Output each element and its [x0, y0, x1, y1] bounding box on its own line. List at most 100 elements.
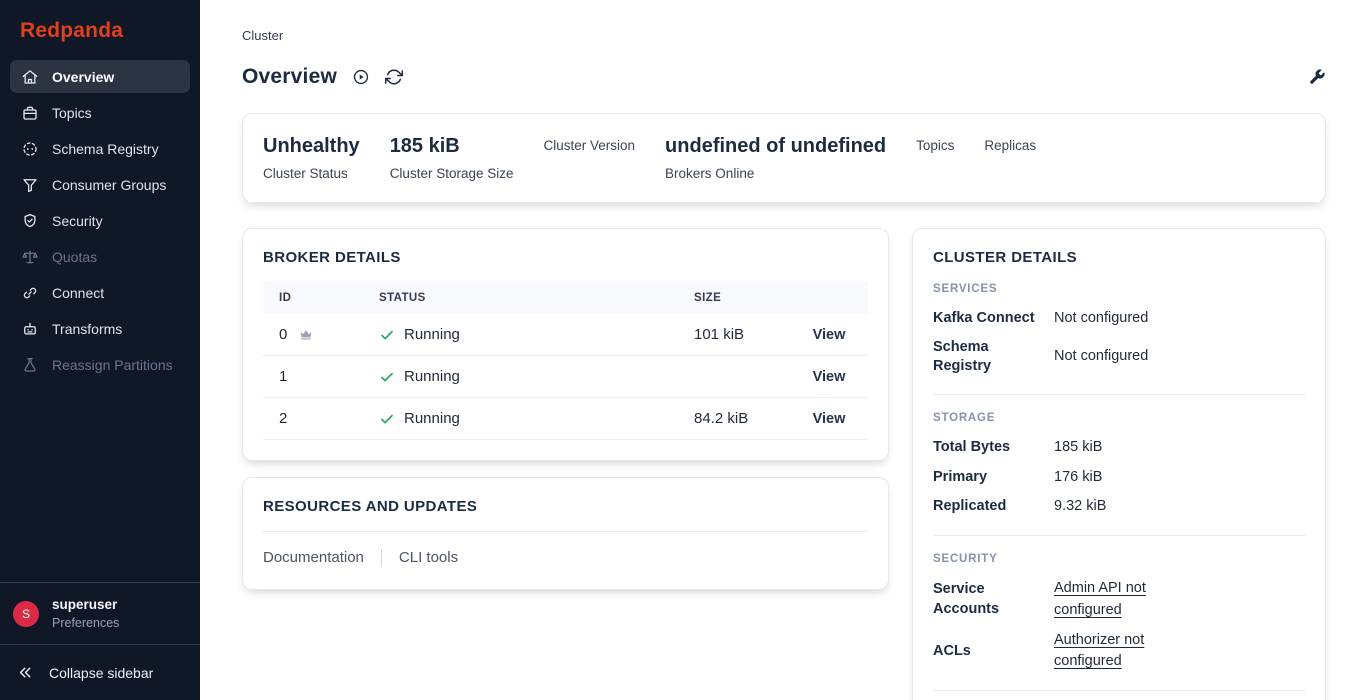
- detail-grid-security: Service AccountsAdmin API not configured…: [933, 578, 1305, 673]
- reassign-partitions-icon: [21, 356, 39, 374]
- sidebar-item-label: Overview: [52, 69, 114, 85]
- broker-id-cell: 0: [263, 314, 363, 356]
- sidebar-item-label: Topics: [52, 105, 92, 121]
- resource-links: Documentation CLI tools: [263, 549, 868, 569]
- section-heading-storage: STORAGE: [933, 412, 1305, 424]
- resources-title: RESOURCES AND UPDATES: [263, 498, 868, 515]
- stat-label: Cluster Storage Size: [390, 164, 514, 184]
- check-icon: [379, 327, 395, 343]
- broker-details-card: BROKER DETAILS IDSTATUSSIZE 0Running101 …: [242, 228, 889, 461]
- play-circle-icon[interactable]: [352, 68, 370, 86]
- sidebar-item-topics[interactable]: Topics: [10, 96, 190, 129]
- detail-grid-storage: Total Bytes185 kiBPrimary176 kiBReplicat…: [933, 437, 1305, 518]
- sidebar-item-label: Transforms: [52, 321, 122, 337]
- main-content: Cluster Overview Unhealthy Cluster Statu…: [200, 0, 1366, 700]
- broker-action-cell: View: [790, 398, 868, 440]
- sidebar-nav: Overview Topics Schema Registry Consumer…: [0, 59, 200, 582]
- broker-status: Running: [404, 326, 460, 343]
- resources-card: RESOURCES AND UPDATES Documentation CLI t…: [242, 477, 889, 590]
- broker-size-cell: 84.2 kiB: [678, 398, 790, 440]
- detail-value-schema-registry: Not configured: [1054, 346, 1305, 368]
- detail-value-kafka-connect: Not configured: [1054, 308, 1305, 330]
- detail-value-total-bytes: 185 kiB: [1054, 437, 1305, 459]
- user-name: superuser: [52, 596, 119, 613]
- sidebar-item-label: Reassign Partitions: [52, 357, 173, 373]
- sidebar-item-security[interactable]: Security: [10, 204, 190, 237]
- user-text: superuser Preferences: [52, 596, 119, 631]
- detail-value-primary: 176 kiB: [1054, 467, 1305, 489]
- stat-replicas: Replicas: [984, 132, 1036, 156]
- column-header-size: SIZE: [678, 282, 790, 314]
- view-broker-link[interactable]: View: [813, 411, 846, 427]
- sidebar-item-transforms[interactable]: Transforms: [10, 312, 190, 345]
- detail-label-kafka-connect: Kafka Connect: [933, 309, 1054, 329]
- broker-status: Running: [404, 368, 460, 385]
- stat-value: undefined of undefined: [665, 132, 886, 160]
- detail-value-service-accounts: Admin API not configured: [1054, 578, 1305, 622]
- broker-status-cell: Running: [363, 314, 678, 356]
- stat-brokers-online: undefined of undefined Brokers Online: [665, 132, 886, 184]
- broker-row: 0Running101 kiBView: [263, 314, 868, 356]
- broker-details-title: BROKER DETAILS: [263, 249, 868, 266]
- cluster-details-card: CLUSTER DETAILS SERVICESKafka ConnectNot…: [912, 228, 1326, 700]
- sidebar-item-overview[interactable]: Overview: [10, 60, 190, 93]
- broker-status: Running: [404, 410, 460, 427]
- divider: [933, 690, 1305, 691]
- sidebar-item-quotas[interactable]: Quotas: [10, 240, 190, 273]
- refresh-icon[interactable]: [385, 68, 403, 86]
- stat-value: Unhealthy: [263, 132, 360, 160]
- page-title: Overview: [242, 65, 337, 89]
- detail-value-replicated: 9.32 kiB: [1054, 496, 1305, 518]
- broker-status-cell: Running: [363, 398, 678, 440]
- detail-value-acls: Authorizer not configured: [1054, 630, 1305, 674]
- broker-table: IDSTATUSSIZE 0Running101 kiBView1Running…: [263, 282, 868, 440]
- stat-label: Topics: [916, 136, 954, 156]
- stat-label: Brokers Online: [665, 164, 886, 184]
- wrench-icon[interactable]: [1308, 68, 1326, 86]
- collapse-sidebar-label: Collapse sidebar: [49, 665, 153, 681]
- home-icon: [21, 68, 39, 86]
- column-header-action: [790, 282, 868, 314]
- cluster-details-title: CLUSTER DETAILS: [933, 249, 1305, 266]
- stat-cluster-version: Cluster Version: [544, 132, 636, 156]
- view-broker-link[interactable]: View: [813, 369, 846, 385]
- view-broker-link[interactable]: View: [813, 327, 846, 343]
- admin-api-not-configured-link[interactable]: Admin API not configured: [1054, 578, 1172, 622]
- documentation-link[interactable]: Documentation: [263, 549, 364, 566]
- broker-size-cell: [678, 356, 790, 398]
- stat-label: Cluster Status: [263, 164, 360, 184]
- redpanda-logo[interactable]: Redpanda: [0, 0, 200, 59]
- user-menu[interactable]: S superuser Preferences: [0, 582, 200, 644]
- stat-label: Replicas: [984, 136, 1036, 156]
- stat-label: Cluster Version: [544, 136, 636, 156]
- detail-label-primary: Primary: [933, 468, 1054, 488]
- cli-tools-link[interactable]: CLI tools: [381, 549, 458, 566]
- detail-label-acls: ACLs: [933, 642, 1054, 662]
- divider: [263, 531, 868, 532]
- sidebar-item-label: Security: [52, 213, 103, 229]
- detail-grid-services: Kafka ConnectNot configuredSchema Regist…: [933, 308, 1305, 377]
- broker-action-cell: View: [790, 314, 868, 356]
- detail-label-replicated: Replicated: [933, 497, 1054, 517]
- avatar: S: [13, 601, 39, 627]
- sidebar-item-connect[interactable]: Connect: [10, 276, 190, 309]
- section-heading-security: SECURITY: [933, 553, 1305, 565]
- collapse-sidebar-button[interactable]: Collapse sidebar: [0, 644, 200, 700]
- check-icon: [379, 411, 395, 427]
- sidebar-item-reassign-partitions[interactable]: Reassign Partitions: [10, 348, 190, 381]
- stat-topics: Topics: [916, 132, 954, 156]
- detail-label-total-bytes: Total Bytes: [933, 438, 1054, 458]
- broker-id: 1: [279, 368, 287, 385]
- sidebar-item-consumer-groups[interactable]: Consumer Groups: [10, 168, 190, 201]
- sidebar-item-schema-registry[interactable]: Schema Registry: [10, 132, 190, 165]
- column-header-status: STATUS: [363, 282, 678, 314]
- broker-id: 2: [279, 410, 287, 427]
- consumer-groups-icon: [21, 176, 39, 194]
- divider: [933, 535, 1305, 536]
- broker-id-cell: 2: [263, 398, 363, 440]
- column-header-id: ID: [263, 282, 363, 314]
- breadcrumb[interactable]: Cluster: [242, 28, 283, 43]
- content-columns: BROKER DETAILS IDSTATUSSIZE 0Running101 …: [242, 228, 1326, 700]
- connect-icon: [21, 284, 39, 302]
- authorizer-not-configured-link[interactable]: Authorizer not configured: [1054, 630, 1172, 674]
